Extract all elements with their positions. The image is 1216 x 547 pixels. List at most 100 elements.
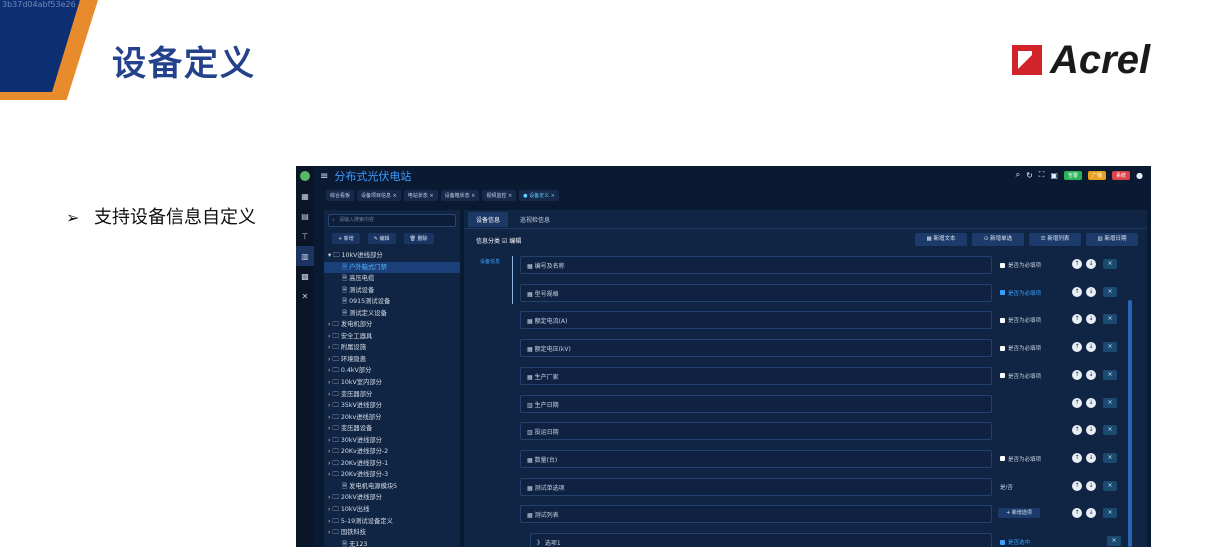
add-option-button[interactable]: + 新增选项 <box>998 508 1040 519</box>
move-down-icon[interactable]: ↓ <box>1086 314 1096 325</box>
tree-node[interactable]: › 🗀 变压器部分 <box>324 389 460 401</box>
move-down-icon[interactable]: ↓ <box>1086 369 1096 380</box>
remove-field-button[interactable]: × <box>1103 397 1117 408</box>
tree-node[interactable]: › 🗀 10kV室内部分 <box>324 377 460 389</box>
tree-node[interactable]: › 🗀 变压器设备 <box>324 423 460 435</box>
tree-node[interactable]: › 🗀 35kV进线部分 <box>324 400 460 412</box>
tree-node[interactable]: 🗎 0915测试设备 <box>324 296 460 308</box>
tree-node[interactable]: › 🗀 30kV进线部分 <box>324 435 460 447</box>
field-row[interactable]: ▦ 型号规格 <box>520 283 992 302</box>
nav-device-icon[interactable]: ▤ <box>296 206 314 226</box>
tree-node[interactable]: › 🗀 10kV出线 <box>324 504 460 516</box>
tree-node[interactable]: › 🗀 20Kv进线部分-3 <box>324 469 460 481</box>
required-checkbox[interactable]: 是否为必填项 <box>1000 261 1041 269</box>
field-row[interactable]: ▥ 生产日期 <box>520 394 992 413</box>
remove-field-button[interactable]: × <box>1103 425 1117 436</box>
move-up-icon[interactable]: ↑ <box>1072 259 1082 269</box>
tab-device-info[interactable]: 设备信息 <box>468 211 509 227</box>
tree-node[interactable]: 🗎 发电机电源模块5 <box>324 481 460 493</box>
remove-field-button[interactable]: × <box>1103 369 1117 380</box>
remove-field-button[interactable]: × <box>1103 314 1117 325</box>
menu-icon[interactable]: ≡ <box>320 171 328 182</box>
required-checkbox[interactable]: 是否为必填项 <box>1000 316 1041 324</box>
nav-tools-icon[interactable]: ✕ <box>296 286 314 306</box>
field-row[interactable]: ▦ 测试单选项 <box>520 477 992 496</box>
tree-search-input[interactable]: ⌕ 请输入搜索内容 <box>328 214 456 227</box>
tree-node[interactable]: › 🗀 安全工器具 <box>324 331 460 343</box>
remove-field-button[interactable]: × <box>1103 480 1117 491</box>
crumb-tab[interactable]: 设备箱状态 × <box>440 190 480 201</box>
nav-home-icon[interactable]: ▦ <box>296 186 314 206</box>
delete-node-button[interactable]: 🗑 删除 <box>403 233 434 244</box>
edit-node-button[interactable]: ✎ 编辑 <box>367 233 396 244</box>
move-up-icon[interactable]: ↑ <box>1072 397 1082 408</box>
crumb-tab[interactable]: 综合看板 <box>326 190 355 201</box>
move-up-icon[interactable]: ↑ <box>1072 480 1082 491</box>
required-checkbox[interactable]: 是否为必填项 <box>1000 372 1041 380</box>
tree-node[interactable]: › 🗀 20Kv进线部分-1 <box>324 458 460 470</box>
side-category-item[interactable]: 设备信息 <box>480 258 500 265</box>
nav-grid-icon[interactable]: ▩ <box>296 266 314 286</box>
tree-node[interactable]: › 🗀 环境隐患 <box>324 354 460 366</box>
tree-node[interactable]: › 🗀 20kv进线部分 <box>324 412 460 424</box>
remove-field-button[interactable]: × <box>1103 508 1117 519</box>
field-row[interactable]: ▦ 编号及名称 <box>520 256 992 274</box>
scrollbar[interactable] <box>1128 300 1132 547</box>
screen-icon[interactable]: ▣ <box>1050 171 1058 180</box>
move-down-icon[interactable]: ↓ <box>1086 425 1096 436</box>
tree-node[interactable]: › 🗀 附属设施 <box>324 342 460 354</box>
user-icon[interactable]: ● <box>1136 171 1143 180</box>
tree-node[interactable]: › 🗀 发电机部分 <box>324 319 460 331</box>
search-icon[interactable]: ⌕ <box>1016 170 1020 180</box>
tree-node[interactable]: 🗎 测试设备 <box>324 285 460 297</box>
move-down-icon[interactable]: ↓ <box>1086 397 1096 408</box>
tree-node[interactable]: › 🗀 20kV进线部分 <box>324 492 460 504</box>
move-down-icon[interactable]: ↓ <box>1086 286 1096 297</box>
remove-field-button[interactable]: × <box>1107 536 1121 546</box>
remove-field-button[interactable]: × <box>1103 452 1117 463</box>
remove-field-button[interactable]: × <box>1103 342 1117 353</box>
add-node-button[interactable]: + 新增 <box>332 233 360 244</box>
field-row[interactable]: ▦ 测试列表 <box>520 505 992 524</box>
required-checkbox[interactable]: 是否为必填项 <box>1000 344 1041 352</box>
field-row[interactable]: ▦ 额定电压(kV) <box>520 339 992 358</box>
move-down-icon[interactable]: ↓ <box>1086 452 1096 463</box>
move-up-icon[interactable]: ↑ <box>1072 425 1082 436</box>
required-checkbox[interactable]: 是否为必填项 <box>1000 289 1041 297</box>
move-down-icon[interactable]: ↓ <box>1086 508 1096 519</box>
tree-node[interactable]: 🗎 无123 <box>324 539 460 547</box>
move-down-icon[interactable]: ↓ <box>1086 342 1096 353</box>
tree-node[interactable]: 🗎 户外箱式门禁 <box>324 261 460 274</box>
move-up-icon[interactable]: ↑ <box>1072 452 1082 463</box>
add-list-button[interactable]: ☰ 新增列表 <box>1029 233 1081 246</box>
field-row[interactable]: ▦ 数量(台) <box>520 449 992 468</box>
badge-broadcast[interactable]: 广播 <box>1087 170 1106 180</box>
add-radio-button[interactable]: ⊙ 新增单选 <box>972 233 1024 246</box>
field-row[interactable]: 》 选项1 <box>530 533 992 547</box>
add-date-button[interactable]: ▥ 新增日期 <box>1086 233 1138 246</box>
tree-node[interactable]: › 🗀 20Kv进线部分-2 <box>324 446 460 458</box>
move-up-icon[interactable]: ↑ <box>1072 314 1082 325</box>
field-row[interactable]: ▥ 投运日期 <box>520 422 992 441</box>
crumb-tab-active[interactable]: ● 设备定义 × <box>519 190 559 201</box>
add-text-button[interactable]: ▦ 新增文本 <box>915 233 967 246</box>
required-checkbox[interactable]: 是否为必填项 <box>1000 455 1041 463</box>
remove-field-button[interactable]: × <box>1103 286 1117 297</box>
remove-field-button[interactable]: × <box>1103 259 1117 269</box>
move-down-icon[interactable]: ↓ <box>1086 480 1096 491</box>
fullscreen-icon[interactable]: ⛶ <box>1039 170 1045 180</box>
tree-node[interactable]: › 🗀 0.4kV部分 <box>324 365 460 377</box>
tab-inspection-info[interactable]: 巡视检信息 <box>512 212 558 227</box>
move-up-icon[interactable]: ↑ <box>1072 286 1082 297</box>
crumb-tab[interactable]: 设备项目信息 × <box>357 190 401 201</box>
crumb-tab[interactable]: 视频监控 × <box>482 190 517 201</box>
nav-list-icon[interactable]: ▥ <box>296 246 314 266</box>
field-row[interactable]: ▦ 额定电流(A) <box>520 311 992 330</box>
required-checkbox[interactable]: 是否选中 <box>1000 538 1030 546</box>
badge-system[interactable]: 系统 <box>1112 170 1131 180</box>
move-down-icon[interactable]: ↓ <box>1086 259 1096 269</box>
tree-node[interactable]: › 🗀 5-19测试设备定义 <box>324 516 460 528</box>
tree-node[interactable]: 🗎 高压电缆 <box>324 273 460 285</box>
move-up-icon[interactable]: ↑ <box>1072 508 1082 519</box>
move-up-icon[interactable]: ↑ <box>1072 342 1082 353</box>
